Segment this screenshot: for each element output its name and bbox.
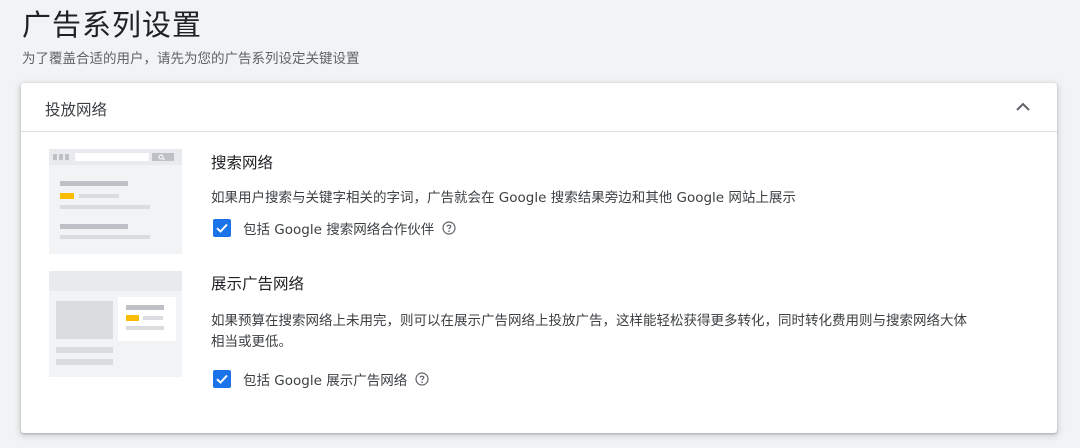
page-subtitle: 为了覆盖合适的用户，请先为您的广告系列设定关键设置 [22, 51, 360, 67]
page-title: 广告系列设置 [22, 8, 203, 42]
help-circle-icon[interactable] [442, 221, 456, 235]
display-network-checkbox-row[interactable]: 包括 Google 展示广告网络 [213, 368, 429, 390]
search-network-heading: 搜索网络 [211, 154, 274, 172]
checkmark-icon [216, 374, 228, 384]
help-circle-icon[interactable] [415, 372, 429, 386]
checkmark-icon [216, 223, 228, 233]
search-partners-checkbox[interactable] [213, 219, 231, 237]
display-network-illustration [49, 271, 182, 377]
display-network-label: 包括 Google 展示广告网络 [243, 373, 408, 389]
search-partners-checkbox-row[interactable]: 包括 Google 搜索网络合作伙伴 [213, 217, 456, 239]
display-network-checkbox[interactable] [213, 370, 231, 388]
display-network-heading: 展示广告网络 [211, 275, 305, 293]
search-network-illustration [49, 149, 182, 254]
collapse-button[interactable] [1011, 95, 1035, 119]
card-title: 投放网络 [45, 101, 108, 119]
card-header[interactable]: 投放网络 [21, 83, 1057, 132]
search-network-description: 如果用户搜索与关键字相关的字词，广告就会在 Google 搜索结果旁边和其他 G… [211, 190, 796, 206]
search-partners-label: 包括 Google 搜索网络合作伙伴 [243, 222, 435, 238]
chevron-up-icon [1016, 102, 1030, 111]
display-network-description-line2: 相当或更低。 [211, 334, 292, 350]
network-settings-card: 投放网络 搜索网络 如果用户搜索与关键字相关的字词，广告就会在 Google 搜… [21, 83, 1057, 433]
display-network-description-line1: 如果预算在搜索网络上未用完，则可以在展示广告网络上投放广告，这样能轻松获得更多转… [211, 313, 967, 329]
